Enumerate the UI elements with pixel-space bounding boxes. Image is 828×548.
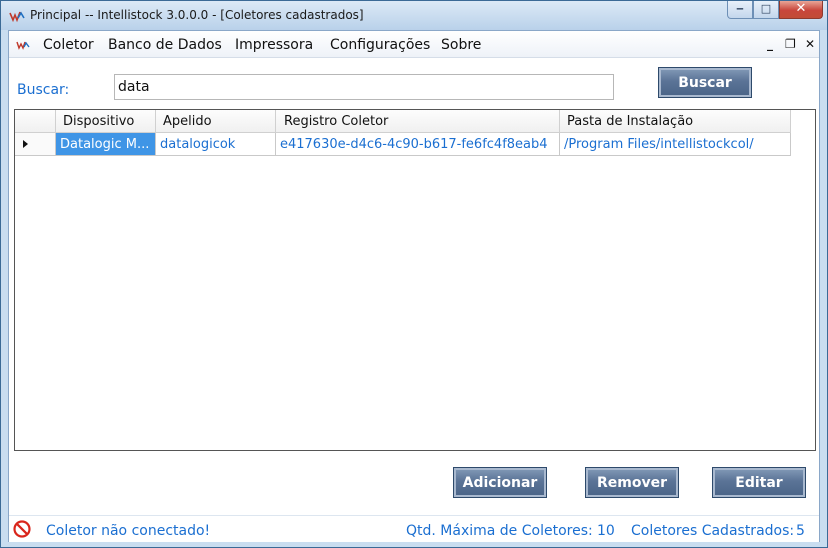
window-controls: ‒ □ ✕	[727, 1, 823, 21]
mdi-restore-button[interactable]: ❐	[785, 37, 796, 51]
app-window: Principal -- Intellistock 3.0.0.0 - [Col…	[0, 0, 828, 548]
title-bar[interactable]: Principal -- Intellistock 3.0.0.0 - [Col…	[1, 1, 827, 30]
grid-header: Dispositivo Apelido Registro Coletor Pas…	[15, 110, 815, 133]
column-header-pasta-instalacao[interactable]: Pasta de Instalação	[560, 110, 791, 133]
menu-configuracoes[interactable]: Configurações	[330, 37, 430, 53]
maximize-icon: □	[760, 2, 772, 15]
window-title: Principal -- Intellistock 3.0.0.0 - [Col…	[30, 8, 364, 22]
row-header[interactable]	[15, 133, 56, 156]
column-header-registro-coletor[interactable]: Registro Coletor	[276, 110, 560, 133]
minimize-button[interactable]: ‒	[727, 1, 753, 19]
grid-corner-cell	[15, 110, 56, 133]
menu-coletor[interactable]: Coletor	[43, 37, 94, 53]
search-button[interactable]: Buscar	[658, 67, 752, 98]
remove-button[interactable]: Remover	[585, 467, 679, 498]
menu-banco-de-dados[interactable]: Banco de Dados	[108, 37, 222, 53]
cell-registro-coletor[interactable]: e417630e-d4c6-4c90-b617-fe6fc4f8eab4	[276, 133, 560, 156]
max-collectors-value: 10	[597, 523, 615, 539]
menu-bar: Coletor Banco de Dados Impressora Config…	[9, 31, 819, 58]
intellistock-logo-icon	[9, 11, 25, 23]
table-row[interactable]: Datalogic M... datalogicok e417630e-d4c6…	[15, 133, 815, 156]
intellistock-small-logo-icon	[16, 41, 30, 50]
connection-status: Coletor não conectado!	[46, 523, 211, 539]
mdi-close-button[interactable]: ✕	[805, 37, 815, 51]
no-entry-icon	[13, 520, 31, 538]
registered-collectors-label: Coletores Cadastrados:	[631, 523, 795, 539]
column-header-apelido[interactable]: Apelido	[156, 110, 276, 133]
close-button[interactable]: ✕	[779, 1, 823, 19]
cell-dispositivo[interactable]: Datalogic M...	[56, 133, 156, 156]
maximize-button[interactable]: □	[753, 1, 779, 19]
max-collectors-label: Qtd. Máxima de Coletores:	[406, 523, 593, 539]
search-input[interactable]: data	[114, 74, 614, 100]
registered-collectors-value: 5	[796, 523, 805, 539]
close-icon: ✕	[795, 1, 807, 16]
menu-sobre[interactable]: Sobre	[441, 37, 481, 53]
status-bar: Coletor não conectado! Qtd. Máxima de Co…	[9, 515, 819, 542]
current-row-arrow-icon	[23, 140, 28, 148]
edit-button[interactable]: Editar	[712, 467, 806, 498]
add-button[interactable]: Adicionar	[453, 467, 547, 498]
mdi-minimize-button[interactable]: _	[767, 37, 773, 51]
cell-pasta-instalacao[interactable]: /Program Files/intellistockcol/	[560, 133, 791, 156]
search-label: Buscar:	[17, 82, 70, 98]
mdi-child-window: Coletor Banco de Dados Impressora Config…	[8, 30, 820, 542]
collectors-grid: Dispositivo Apelido Registro Coletor Pas…	[14, 109, 816, 451]
minimize-icon: ‒	[736, 2, 744, 15]
cell-apelido[interactable]: datalogicok	[156, 133, 276, 156]
column-header-dispositivo[interactable]: Dispositivo	[56, 110, 156, 133]
menu-impressora[interactable]: Impressora	[235, 37, 313, 53]
